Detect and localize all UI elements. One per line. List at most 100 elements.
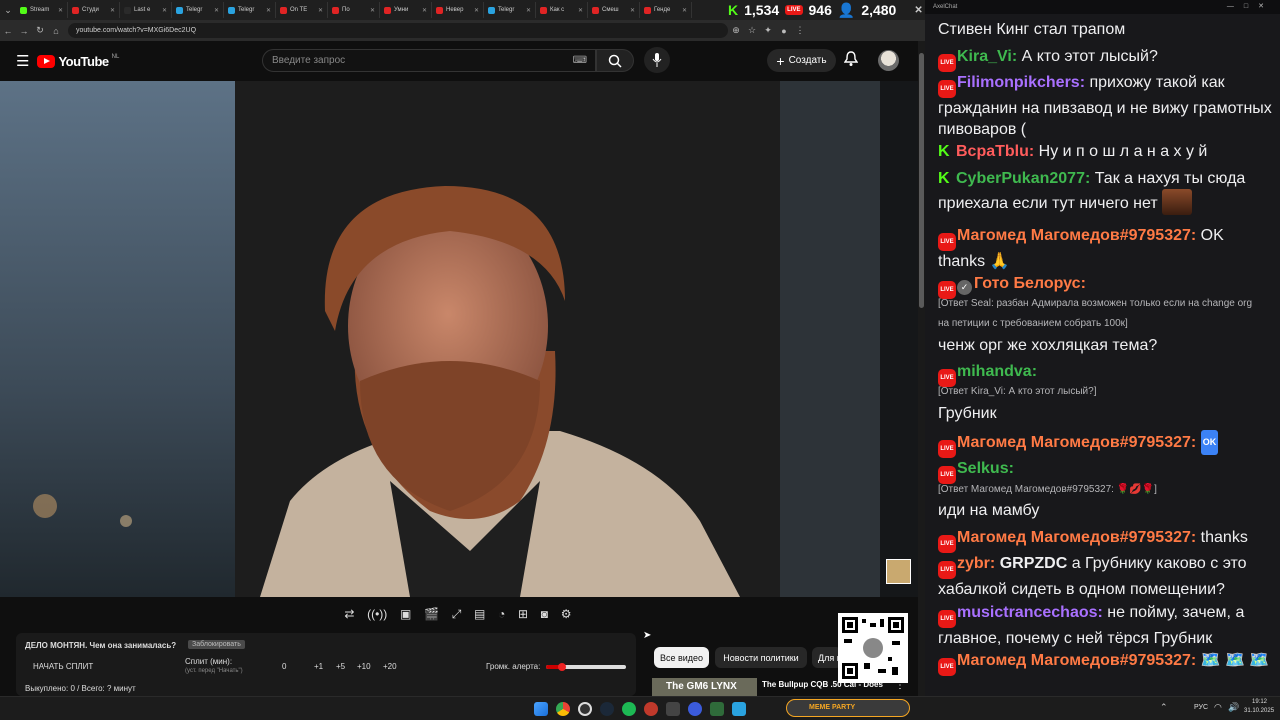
browser-tab[interactable]: Невер ✕ <box>432 2 484 18</box>
menu-dots-icon[interactable]: ⋮ <box>792 25 808 36</box>
browser-tab[interactable]: Генде ✕ <box>640 2 692 18</box>
forward-icon[interactable]: → <box>16 26 32 36</box>
zoom-icon[interactable]: ⊕ <box>728 25 744 36</box>
scrollbar-thumb[interactable] <box>919 53 924 308</box>
chat-username[interactable]: Filimonpikchers: <box>957 74 1085 91</box>
create-button[interactable]: + Создать <box>767 49 836 72</box>
steam-icon[interactable] <box>600 702 614 716</box>
chat-username[interactable]: Магомед Магомедов#9795327: <box>957 652 1196 669</box>
step-plus-10[interactable]: +10 <box>357 662 371 671</box>
app-icon-red[interactable] <box>644 702 658 716</box>
gear-icon[interactable]: ⚙ <box>561 607 572 621</box>
user-avatar[interactable] <box>878 50 899 71</box>
chat-username[interactable]: Магомед Магомедов#9795327: <box>957 529 1196 546</box>
spotify-icon[interactable] <box>622 702 636 716</box>
chat-username[interactable]: Магомед Магомедов#9795327: <box>957 434 1196 451</box>
app-icon-game[interactable] <box>666 702 680 716</box>
meme-party-widget[interactable]: MEME PARTY <box>786 699 910 717</box>
browser-tab[interactable]: Telegr ✕ <box>484 2 536 18</box>
chat-username[interactable]: mihandva: <box>957 363 1037 380</box>
start-split-button[interactable]: НАЧАТЬ СПЛИТ <box>33 662 93 671</box>
step-plus-1[interactable]: +1 <box>314 662 323 671</box>
tab-close-icon[interactable]: ✕ <box>370 7 375 14</box>
tab-close-icon[interactable]: ✕ <box>214 7 219 14</box>
loop-icon[interactable]: ⇄ <box>344 607 354 621</box>
keyboard-icon[interactable]: ⌨ <box>573 55 587 66</box>
search-button[interactable] <box>596 49 634 72</box>
tab-close-icon[interactable]: ✕ <box>474 7 479 14</box>
browser-tab[interactable]: On TE ✕ <box>276 2 328 18</box>
notifications-button[interactable] <box>843 51 859 72</box>
browser-tab[interactable]: Telegr ✕ <box>172 2 224 18</box>
browser-tab[interactable]: Как с ✕ <box>536 2 588 18</box>
home-icon[interactable]: ⌂ <box>48 26 64 36</box>
profile-icon[interactable]: ● <box>776 26 792 36</box>
tab-list-icon[interactable]: ⌄ <box>0 5 16 16</box>
obs-icon[interactable] <box>578 702 592 716</box>
chip-all-videos[interactable]: Все видео <box>654 647 709 668</box>
browser-tab[interactable]: Студи ✕ <box>68 2 120 18</box>
chat-username[interactable]: zybr: <box>957 555 995 572</box>
tab-close-icon[interactable]: ✕ <box>630 7 635 14</box>
chat-username[interactable]: BcpaTblu: <box>956 143 1034 160</box>
url-field[interactable]: youtube.com/watch?v=MXGi6Dec2UQ <box>68 23 728 38</box>
step-plus-5[interactable]: +5 <box>336 662 345 671</box>
chat-username[interactable]: Kira_Vi: <box>957 48 1017 65</box>
search-input[interactable]: Введите запрос ⌨ <box>262 49 596 72</box>
chat-username[interactable]: Selkus: <box>957 460 1014 477</box>
chrome-icon[interactable] <box>556 702 570 716</box>
volume-knob[interactable] <box>558 663 566 671</box>
window-controls[interactable]: —□✕ <box>1227 2 1274 10</box>
app-icon-grid[interactable] <box>710 702 724 716</box>
clock-date[interactable]: 31.10.2025 <box>1244 708 1274 714</box>
video-player[interactable] <box>0 81 918 597</box>
browser-tab[interactable]: Смеш ✕ <box>588 2 640 18</box>
youtube-logo[interactable]: YouTube NL <box>37 54 119 69</box>
bookmark-star-icon[interactable]: ☆ <box>744 25 760 36</box>
tab-close-icon[interactable]: ✕ <box>58 7 63 14</box>
close-tab-icon[interactable]: ✕ <box>914 5 922 16</box>
camera-icon[interactable]: ◙ <box>541 607 548 621</box>
chat-username[interactable]: musictrancechaos: <box>957 604 1103 621</box>
chat-username[interactable]: Гото Белорус: <box>974 275 1086 292</box>
page-scrollbar[interactable] <box>918 41 925 696</box>
volume-slider[interactable] <box>546 663 626 671</box>
step-plus-20[interactable]: +20 <box>383 662 397 671</box>
tab-close-icon[interactable]: ✕ <box>682 7 687 14</box>
film-icon[interactable]: ▤ <box>474 607 485 621</box>
tab-close-icon[interactable]: ✕ <box>578 7 583 14</box>
recommended-video[interactable]: The GM6 LYNX The Bullpup CQB .50 Cal - D… <box>652 678 902 696</box>
clapper-icon[interactable]: 🎬 <box>424 607 439 621</box>
tab-close-icon[interactable]: ✕ <box>318 7 323 14</box>
tab-close-icon[interactable]: ✕ <box>526 7 531 14</box>
broadcast-icon[interactable]: ((•)) <box>367 607 387 621</box>
voice-search-button[interactable] <box>644 47 670 73</box>
clock-time[interactable]: 19:12 <box>1252 699 1267 705</box>
screen-icon[interactable]: ▣ <box>400 607 411 621</box>
app-icon-blue[interactable] <box>688 702 702 716</box>
split-value[interactable]: 0 <box>282 662 286 671</box>
tray-chevron-icon[interactable]: ⌃ <box>1160 702 1168 713</box>
extensions-icon[interactable]: ✦ <box>760 25 776 36</box>
wifi-icon[interactable]: ◠ <box>1214 702 1222 713</box>
tab-close-icon[interactable]: ✕ <box>162 7 167 14</box>
chip-politics-news[interactable]: Новости политики <box>715 647 807 668</box>
chat-username[interactable]: CyberPukan2077: <box>956 170 1090 187</box>
speed-icon[interactable]: ◔ <box>498 607 505 621</box>
back-icon[interactable]: ← <box>0 26 16 36</box>
telegram-icon[interactable] <box>732 702 746 716</box>
browser-tab[interactable]: Telegr ✕ <box>224 2 276 18</box>
keyboard-language[interactable]: РУС <box>1194 704 1208 711</box>
block-badge[interactable]: Заблокировать <box>188 640 245 649</box>
resize-icon[interactable]: ⤢ <box>452 607 462 622</box>
reload-icon[interactable]: ↻ <box>32 25 48 36</box>
tab-close-icon[interactable]: ✕ <box>422 7 427 14</box>
browser-tab[interactable]: По ✕ <box>328 2 380 18</box>
tab-close-icon[interactable]: ✕ <box>110 7 115 14</box>
tab-close-icon[interactable]: ✕ <box>266 7 271 14</box>
browser-tab[interactable]: Stream ✕ <box>16 2 68 18</box>
volume-icon[interactable]: 🔊 <box>1228 702 1239 713</box>
hamburger-menu-icon[interactable]: ☰ <box>16 52 29 70</box>
chat-username[interactable]: Магомед Магомедов#9795327: <box>957 227 1196 244</box>
browser-tab[interactable]: Last e ✕ <box>120 2 172 18</box>
